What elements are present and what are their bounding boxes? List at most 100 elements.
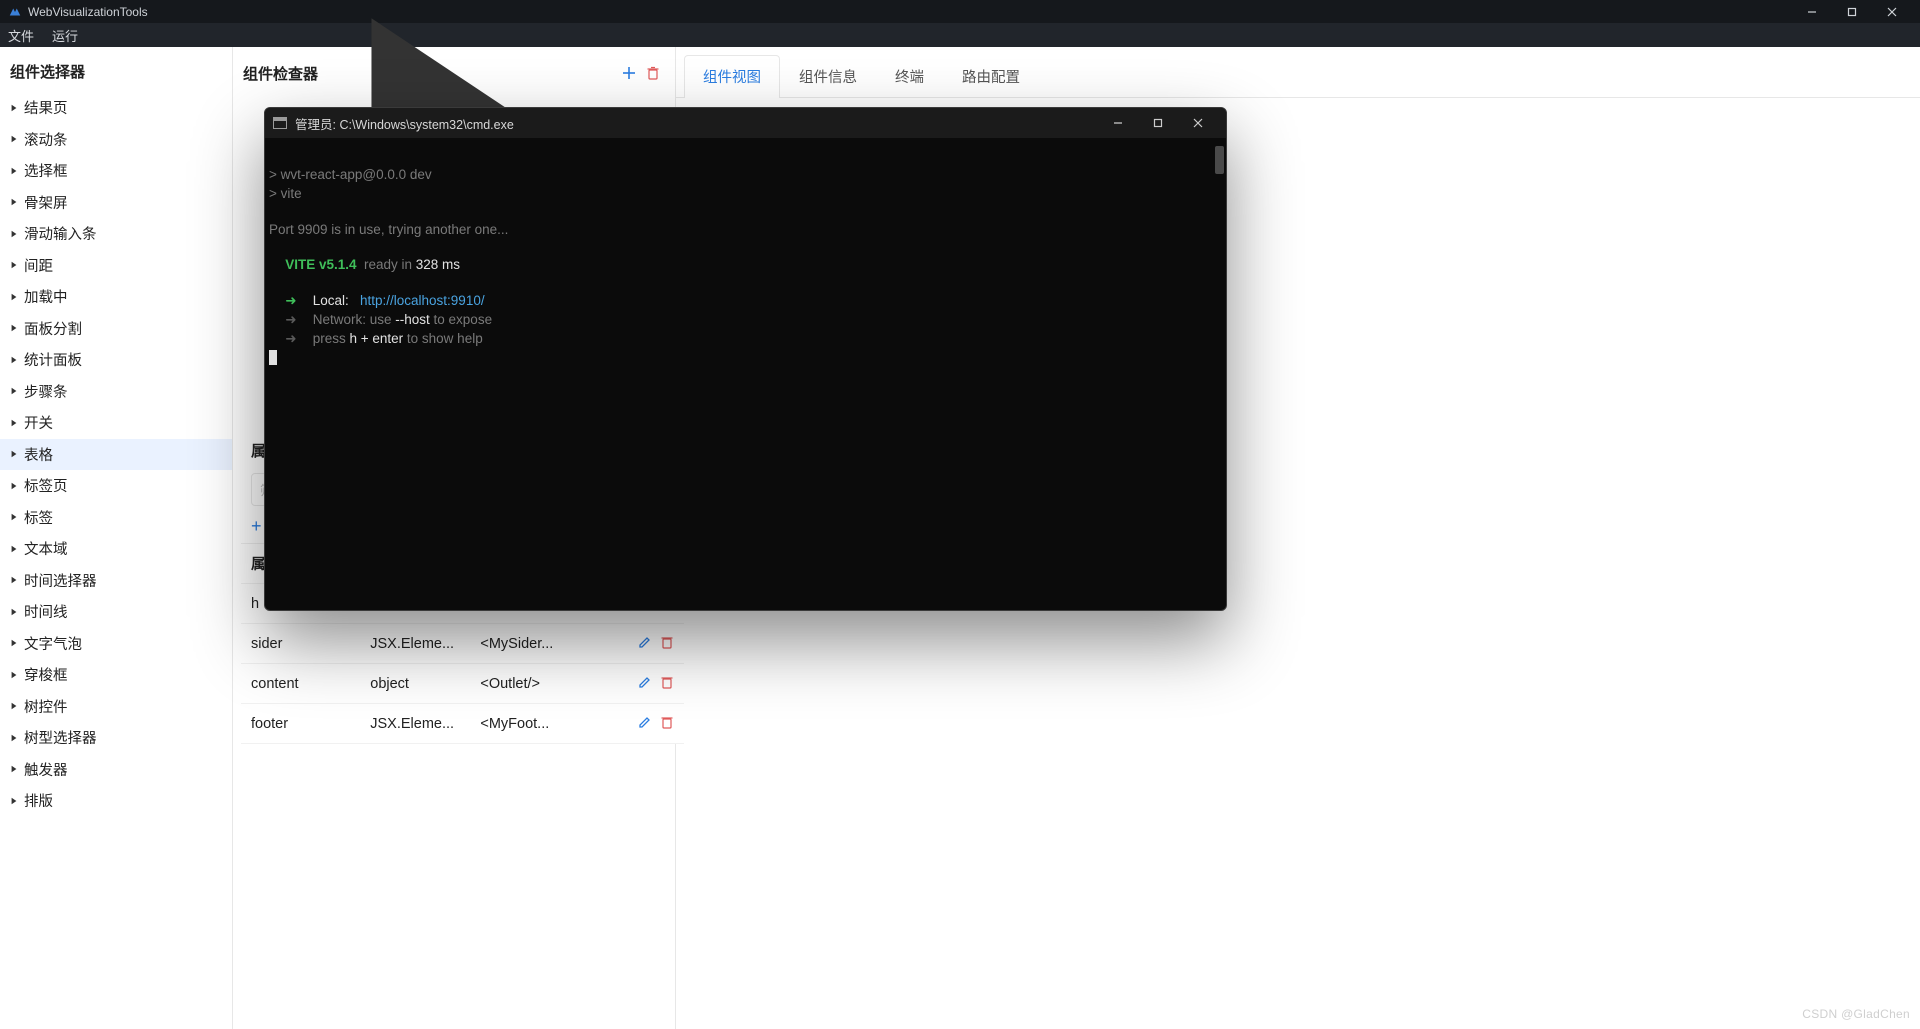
sidebar-item[interactable]: 表格	[0, 439, 232, 471]
tab-component-view[interactable]: 组件视图	[684, 55, 780, 97]
terminal-minimize-button[interactable]	[1098, 108, 1138, 138]
sidebar-item-label: 结果页	[24, 97, 68, 118]
caret-right-icon	[10, 230, 18, 238]
component-selector-panel: 组件选择器 结果页滚动条选择框骨架屏滑动输入条间距加载中面板分割统计面板步骤条开…	[0, 47, 233, 1029]
caret-right-icon	[10, 293, 18, 301]
edit-icon[interactable]	[638, 635, 652, 653]
terminal-titlebar[interactable]: 管理员: C:\Windows\system32\cmd.exe	[265, 108, 1226, 138]
props-add-button[interactable]: +	[251, 516, 262, 536]
sidebar-item-label: 统计面板	[24, 349, 82, 370]
terminal-maximize-button[interactable]	[1138, 108, 1178, 138]
menu-run[interactable]: 运行	[52, 26, 78, 45]
sidebar-item[interactable]: 加载中	[0, 281, 232, 313]
sidebar-item-label: 时间选择器	[24, 570, 97, 591]
sidebar-item-label: 滑动输入条	[24, 223, 97, 244]
props-table-row[interactable]: footer JSX.Eleme... <MyFoot...	[241, 704, 684, 744]
sidebar-item[interactable]: 结果页	[0, 92, 232, 124]
edit-icon[interactable]	[638, 675, 652, 693]
caret-right-icon	[10, 482, 18, 490]
sidebar-item-label: 加载中	[24, 286, 68, 307]
terminal-close-button[interactable]	[1178, 108, 1218, 138]
sidebar-item[interactable]: 排版	[0, 785, 232, 817]
sidebar-item-label: 穿梭框	[24, 664, 68, 685]
sidebar-item[interactable]: 步骤条	[0, 376, 232, 408]
sidebar-item-label: 标签页	[24, 475, 68, 496]
caret-right-icon	[10, 702, 18, 710]
menu-file[interactable]: 文件	[8, 26, 34, 45]
inspector-delete-button[interactable]	[641, 61, 665, 85]
sidebar-item[interactable]: 触发器	[0, 754, 232, 786]
sidebar-item[interactable]: 面板分割	[0, 313, 232, 345]
caret-right-icon	[10, 671, 18, 679]
prop-value: <Outlet/>	[480, 676, 618, 692]
sidebar-item[interactable]: 时间选择器	[0, 565, 232, 597]
watermark: CSDN @GladChen	[1802, 1007, 1910, 1021]
delete-icon[interactable]	[660, 675, 674, 693]
sidebar-item-label: 选择框	[24, 160, 68, 181]
delete-icon[interactable]	[660, 715, 674, 733]
sidebar-item[interactable]: 文本域	[0, 533, 232, 565]
terminal-cursor	[269, 350, 277, 365]
props-table-row[interactable]: sider JSX.Eleme... <MySider...	[241, 624, 684, 664]
cmd-icon	[273, 117, 287, 129]
window-maximize-button[interactable]	[1832, 0, 1872, 23]
sidebar-item[interactable]: 选择框	[0, 155, 232, 187]
menubar: 文件 运行	[0, 23, 1920, 47]
delete-icon[interactable]	[660, 635, 674, 653]
caret-right-icon	[10, 639, 18, 647]
component-selector-title: 组件选择器	[0, 47, 232, 92]
sidebar-item-label: 面板分割	[24, 318, 82, 339]
caret-right-icon	[10, 734, 18, 742]
sidebar-item-label: 文本域	[24, 538, 68, 559]
window-close-button[interactable]	[1872, 0, 1912, 23]
inspector-add-button[interactable]	[617, 61, 641, 85]
caret-right-icon	[10, 324, 18, 332]
caret-right-icon	[10, 545, 18, 553]
sidebar-item[interactable]: 文字气泡	[0, 628, 232, 660]
sidebar-item-label: 步骤条	[24, 381, 68, 402]
terminal-window: 管理员: C:\Windows\system32\cmd.exe > wvt-r…	[264, 107, 1227, 611]
sidebar-item-label: 标签	[24, 507, 53, 528]
sidebar-item-label: 滚动条	[24, 129, 68, 150]
prop-value: <MyFoot...	[480, 716, 618, 732]
prop-name: content	[251, 676, 370, 692]
tab-route-config[interactable]: 路由配置	[943, 55, 1039, 97]
sidebar-item-label: 文字气泡	[24, 633, 82, 654]
props-table-row[interactable]: content object <Outlet/>	[241, 664, 684, 704]
sidebar-item[interactable]: 滚动条	[0, 124, 232, 156]
sidebar-item[interactable]: 间距	[0, 250, 232, 282]
sidebar-item[interactable]: 骨架屏	[0, 187, 232, 219]
terminal-body[interactable]: > wvt-react-app@0.0.0 dev > vite Port 99…	[265, 138, 1226, 610]
caret-right-icon	[10, 797, 18, 805]
caret-right-icon	[10, 135, 18, 143]
sidebar-item[interactable]: 树控件	[0, 691, 232, 723]
terminal-scrollbar[interactable]	[1215, 146, 1224, 174]
sidebar-item-label: 时间线	[24, 601, 68, 622]
sidebar-item-label: 树型选择器	[24, 727, 97, 748]
window-minimize-button[interactable]	[1792, 0, 1832, 23]
sidebar-item[interactable]: 穿梭框	[0, 659, 232, 691]
caret-right-icon	[10, 104, 18, 112]
prop-type: object	[370, 676, 480, 692]
sidebar-item[interactable]: 开关	[0, 407, 232, 439]
sidebar-item-label: 开关	[24, 412, 53, 433]
caret-right-icon	[10, 198, 18, 206]
sidebar-item[interactable]: 滑动输入条	[0, 218, 232, 250]
tab-component-info[interactable]: 组件信息	[780, 55, 876, 97]
sidebar-item-label: 表格	[24, 444, 53, 465]
caret-right-icon	[10, 576, 18, 584]
edit-icon[interactable]	[638, 715, 652, 733]
sidebar-item[interactable]: 标签	[0, 502, 232, 534]
sidebar-item[interactable]: 统计面板	[0, 344, 232, 376]
caret-right-icon	[10, 387, 18, 395]
sidebar-item[interactable]: 时间线	[0, 596, 232, 628]
caret-right-icon	[10, 261, 18, 269]
sidebar-item-label: 触发器	[24, 759, 68, 780]
sidebar-item[interactable]: 标签页	[0, 470, 232, 502]
terminal-title: 管理员: C:\Windows\system32\cmd.exe	[295, 114, 514, 133]
prop-name: sider	[251, 636, 370, 652]
sidebar-item-label: 间距	[24, 255, 53, 276]
caret-right-icon	[10, 513, 18, 521]
sidebar-item[interactable]: 树型选择器	[0, 722, 232, 754]
tab-terminal[interactable]: 终端	[876, 55, 943, 97]
